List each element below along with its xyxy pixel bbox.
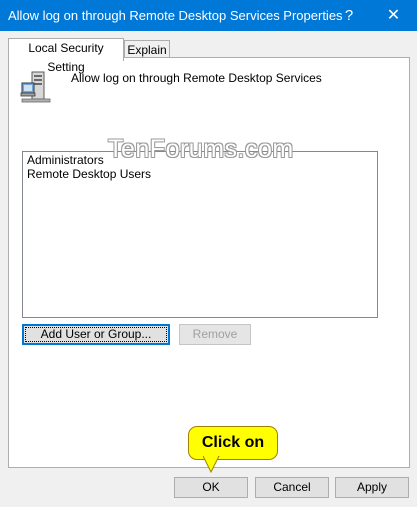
apply-button[interactable]: Apply [335,477,409,498]
policy-name: Allow log on through Remote Desktop Serv… [71,71,322,85]
list-item-remote-desktop-users[interactable]: Remote Desktop Users [27,167,151,181]
watermark: TenForums.com [108,135,294,163]
title-bar: Allow log on through Remote Desktop Serv… [0,0,417,31]
list-item-administrators[interactable]: Administrators [27,153,104,167]
remove-button[interactable]: Remove [179,324,251,345]
members-list[interactable]: Administrators Remote Desktop Users [22,151,378,318]
callout-pointer-icon [203,456,220,474]
click-on-callout: Click on [188,426,278,460]
help-button[interactable]: ? [330,0,368,31]
close-button[interactable]: ✕ [370,0,417,31]
add-user-or-group-button[interactable]: Add User or Group... [22,324,170,345]
ok-button[interactable]: OK [174,477,248,498]
tab-local-security-setting[interactable]: Local Security Setting [8,38,124,74]
cancel-button[interactable]: Cancel [255,477,329,498]
window-title: Allow log on through Remote Desktop Serv… [8,8,343,23]
